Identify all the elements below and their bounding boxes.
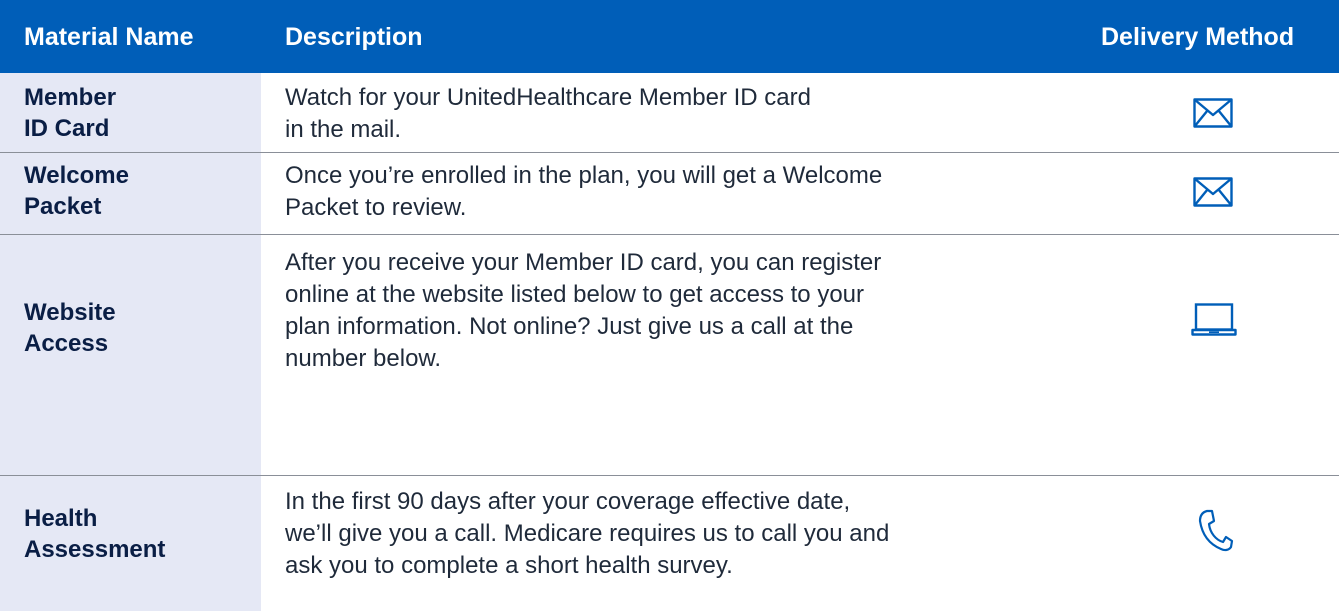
description-line: number below.	[285, 345, 442, 372]
table-row: Member ID Card Watch for your UnitedHeal…	[0, 73, 1339, 152]
material-name-line: Access	[24, 330, 109, 357]
description-line: we’ll give you a call. Medicare requires…	[285, 520, 890, 547]
description-line: plan information. Not online? Just give …	[285, 313, 854, 340]
description-line: Once you’re enrolled in the plan, you wi…	[285, 162, 883, 189]
description-line: in the mail.	[285, 116, 402, 143]
description-line: Packet to review.	[285, 194, 467, 221]
mail-icon	[1193, 177, 1233, 207]
material-name-line: Health	[24, 505, 98, 532]
material-name-line: ID Card	[24, 115, 110, 142]
material-name-cell: Welcome Packet	[24, 160, 129, 222]
materials-table: Material Name Description Delivery Metho…	[0, 0, 1339, 611]
description-line: online at the website listed below to ge…	[285, 281, 864, 308]
header-material-name: Material Name	[24, 23, 194, 51]
description-cell: Watch for your UnitedHealthcare Member I…	[285, 82, 1155, 146]
material-name-line: Website	[24, 299, 116, 326]
mail-icon	[1193, 98, 1233, 128]
material-name-line: Packet	[24, 193, 102, 220]
laptop-icon	[1191, 303, 1237, 336]
description-cell: In the first 90 days after your coverage…	[285, 486, 1155, 582]
description-cell: After you receive your Member ID card, y…	[285, 247, 1155, 375]
description-line: Watch for your UnitedHealthcare Member I…	[285, 84, 811, 111]
description-cell: Once you’re enrolled in the plan, you wi…	[285, 160, 1155, 224]
description-line: ask you to complete a short health surve…	[285, 552, 733, 579]
table-row: Website Access After you receive your Me…	[0, 235, 1339, 459]
material-name-line: Welcome	[24, 162, 129, 189]
description-line: In the first 90 days after your coverage…	[285, 488, 851, 515]
table-header: Material Name Description Delivery Metho…	[0, 0, 1339, 73]
material-name-line: Assessment	[24, 536, 166, 563]
phone-icon	[1198, 509, 1234, 552]
material-name-line: Member	[24, 84, 117, 111]
description-line: After you receive your Member ID card, y…	[285, 249, 882, 276]
material-name-cell: Website Access	[24, 297, 116, 359]
material-name-cell: Health Assessment	[24, 503, 165, 565]
header-delivery-method: Delivery Method	[1101, 23, 1295, 51]
header-description: Description	[285, 23, 423, 51]
table-row: Health Assessment In the first 90 days a…	[0, 476, 1339, 611]
material-name-cell: Member ID Card	[24, 82, 116, 144]
